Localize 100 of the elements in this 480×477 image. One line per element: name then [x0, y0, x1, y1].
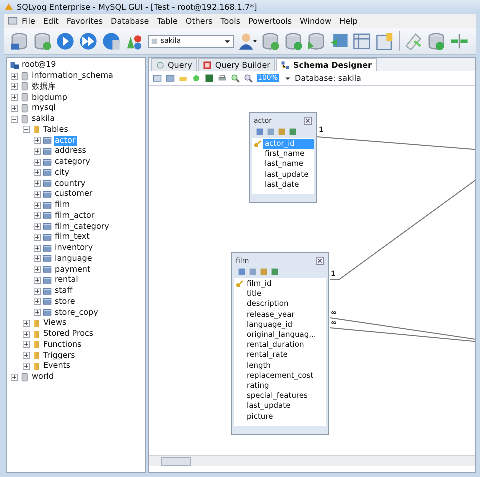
tree-item[interactable]: category [54, 157, 92, 168]
tree-item[interactable]: film_actor [54, 210, 96, 221]
expand-icon[interactable] [11, 94, 18, 102]
menu-item[interactable]: Help [336, 16, 362, 26]
add-table-icon[interactable] [166, 74, 175, 82]
expand-icon[interactable] [34, 212, 41, 220]
database-sync-icon[interactable] [427, 32, 446, 50]
database-label: Database: sakila [295, 74, 362, 82]
expand-icon[interactable] [22, 320, 30, 327]
schema-designer-icon [281, 60, 290, 70]
expand-icon[interactable] [34, 298, 41, 306]
database-export-icon[interactable] [261, 32, 280, 50]
new-database-icon[interactable] [33, 32, 52, 50]
expand-icon[interactable] [22, 341, 30, 348]
expand-icon[interactable] [34, 137, 41, 144]
database-arrow-icon[interactable] [307, 32, 326, 50]
expand-icon[interactable] [34, 288, 41, 295]
scrollbar-thumb[interactable] [161, 457, 191, 466]
tree-item[interactable]: film_text [54, 232, 91, 242]
server-icon [10, 60, 19, 70]
expand-icon[interactable] [34, 244, 41, 252]
expand-icon[interactable] [22, 362, 30, 370]
zoom-out-icon[interactable] [244, 74, 253, 82]
tree-item[interactable]: country [54, 178, 87, 189]
tree-item[interactable]: sakila [31, 114, 56, 124]
tree-item[interactable]: Triggers [42, 350, 76, 361]
tree-item[interactable]: store_copy [54, 308, 100, 318]
expand-icon[interactable] [11, 374, 18, 381]
tab[interactable]: Query Builder [198, 58, 276, 71]
expand-icon[interactable] [34, 266, 41, 274]
new-table-icon[interactable] [153, 74, 162, 82]
tree-item[interactable]: Views [42, 318, 68, 328]
expand-icon[interactable] [34, 309, 41, 316]
menu-item[interactable]: Edit [39, 16, 63, 26]
close-icon[interactable] [304, 116, 312, 124]
grid-note-icon[interactable] [376, 32, 395, 50]
compare-icon[interactable] [450, 32, 469, 50]
expand-icon[interactable] [11, 72, 18, 80]
tab[interactable]: Schema Designer [276, 58, 377, 71]
zoom-in-icon[interactable] [231, 74, 240, 82]
grid-icon[interactable] [353, 32, 372, 50]
expand-icon[interactable] [34, 190, 41, 198]
connect-database-icon[interactable] [10, 32, 29, 50]
table-arrow-icon[interactable] [330, 32, 349, 50]
expand-icon[interactable] [22, 352, 30, 360]
menu-item[interactable]: Favorites [62, 16, 108, 26]
expand-icon[interactable] [11, 104, 18, 112]
tree-item[interactable]: film [54, 200, 72, 210]
tree-item[interactable]: payment [54, 264, 92, 275]
expand-icon[interactable] [34, 276, 41, 284]
expand-icon[interactable] [34, 158, 41, 166]
menu-item[interactable]: Tools [216, 16, 244, 26]
menu-item[interactable]: Window [296, 16, 336, 26]
globe-document-icon[interactable] [102, 32, 121, 50]
execute-all-icon[interactable] [79, 32, 98, 50]
tree-item[interactable]: Events [42, 361, 72, 372]
tree-item[interactable]: Functions [42, 340, 83, 350]
expand-icon[interactable] [34, 234, 41, 241]
tab[interactable]: Query [151, 58, 198, 71]
menu-item[interactable]: Database [107, 16, 154, 26]
window-title: SQLyog Enterprise - MySQL GUI - [Test - root@192.168.1.7*] [17, 2, 258, 12]
tree-item[interactable]: customer [54, 189, 94, 200]
tree-item[interactable]: Tables [42, 124, 70, 135]
tree-item[interactable]: inventory [54, 243, 94, 254]
expand-icon[interactable] [34, 255, 41, 262]
folder-icon [32, 318, 40, 328]
print-icon[interactable] [218, 74, 227, 82]
close-icon[interactable] [316, 256, 324, 264]
tree-item[interactable]: bigdump [31, 92, 68, 103]
tree-item[interactable]: world [31, 372, 56, 382]
menu-item[interactable]: File [18, 16, 40, 26]
expand-icon[interactable] [34, 148, 41, 155]
user-icon[interactable] [238, 32, 257, 50]
expand-icon[interactable] [22, 330, 30, 338]
menu-item[interactable]: Others [182, 16, 217, 26]
horizontal-scrollbar[interactable] [149, 455, 475, 466]
menu-item[interactable]: Table [153, 16, 182, 26]
tree-item[interactable]: film_category [54, 222, 110, 232]
tree-item[interactable]: store [54, 296, 76, 307]
tree-item[interactable]: mysql [31, 103, 57, 114]
tree-item[interactable]: 数据库 [31, 82, 57, 92]
execute-icon[interactable] [56, 32, 75, 50]
collapse-icon[interactable] [22, 126, 30, 134]
collapse-icon[interactable] [11, 116, 18, 123]
menu-item[interactable]: Powertools [244, 16, 296, 26]
expand-icon[interactable] [34, 169, 41, 176]
expand-icon[interactable] [11, 83, 18, 90]
tree-item[interactable]: information_schema [31, 71, 114, 82]
tree-item[interactable]: address [54, 146, 88, 156]
tree-item[interactable]: rental [54, 275, 80, 286]
expand-icon[interactable] [34, 180, 41, 188]
database-import-icon[interactable] [284, 32, 303, 50]
document-icon[interactable] [8, 16, 18, 26]
tree-item[interactable]: root@19 [21, 60, 58, 70]
tree-item[interactable]: language [54, 254, 94, 264]
tree-item[interactable]: city [54, 168, 70, 178]
tree-item[interactable]: Stored Procs [42, 329, 95, 340]
expand-icon[interactable] [34, 202, 41, 209]
tree-item[interactable]: staff [54, 286, 74, 296]
expand-icon[interactable] [34, 223, 41, 230]
